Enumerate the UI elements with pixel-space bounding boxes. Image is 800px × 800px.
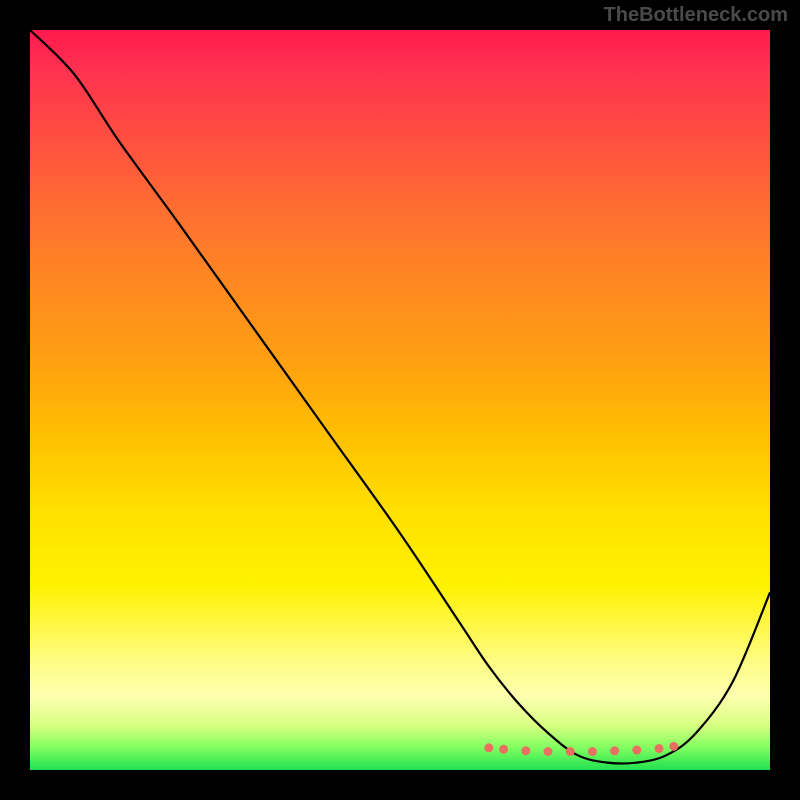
marker-dot [566,747,575,756]
chart-svg [30,30,770,770]
plot-area [30,30,770,770]
attribution-text: TheBottleneck.com [604,4,788,27]
marker-dot [669,742,678,751]
marker-dot [484,743,493,752]
marker-dot [544,747,553,756]
marker-dot [521,746,530,755]
marker-dot [499,745,508,754]
marker-dot [610,746,619,755]
marker-dot [655,744,664,753]
marker-dot [632,746,641,755]
recommended-range-markers [484,742,678,756]
marker-dot [588,747,597,756]
bottleneck-curve [30,30,770,764]
